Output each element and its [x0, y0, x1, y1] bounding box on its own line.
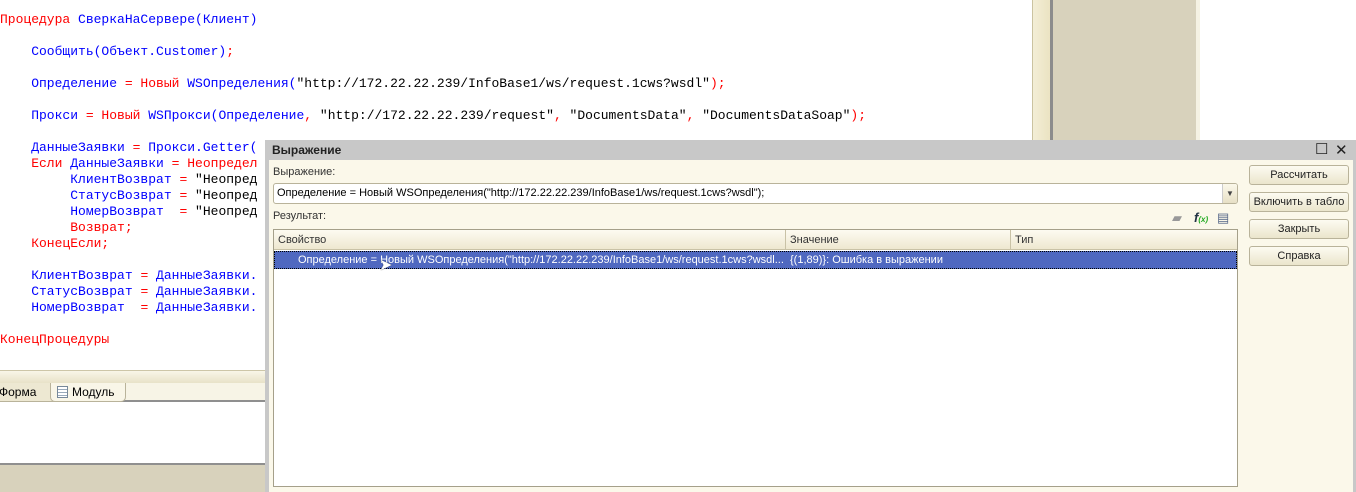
- code-line: Прокси = Новый WSПрокси(Определение, "ht…: [0, 108, 866, 124]
- table-row[interactable]: Определение = Новый WSОпределения("http:…: [274, 251, 1237, 274]
- add-to-board-button[interactable]: Включить в табло: [1249, 192, 1349, 212]
- expression-input[interactable]: Определение = Новый WSОпределения("http:…: [273, 183, 1238, 204]
- module-icon: [57, 386, 68, 398]
- code-token: Прокси: [0, 108, 86, 123]
- code-token: Определение: [0, 76, 125, 91]
- chevron-down-icon[interactable]: ▼: [1222, 184, 1237, 203]
- code-token: СверкаНаСервере(Клиент): [78, 12, 258, 27]
- code-token: =: [179, 172, 196, 187]
- code-line: КонецЕсли;: [0, 236, 109, 252]
- column-header-value[interactable]: Значение: [786, 230, 1011, 250]
- result-table: Свойство Значение Тип Определение = Новы…: [273, 229, 1238, 487]
- lower-pane: [0, 402, 265, 465]
- code-token: ,: [304, 108, 320, 123]
- code-token: Прокси.Getter(: [148, 140, 258, 155]
- code-token: =: [179, 188, 196, 203]
- code-token: НомерВозврат: [0, 204, 180, 219]
- code-token: ДанныеЗаявки.: [156, 284, 258, 299]
- tab-bar: Форма Модуль: [0, 383, 265, 402]
- tab-form-label: Форма: [0, 385, 37, 399]
- code-token: =: [140, 268, 157, 283]
- code-line: ДанныеЗаявки = Прокси.Getter(: [0, 140, 257, 156]
- code-token: ДанныеЗаявки: [0, 140, 133, 155]
- code-token: WSОпределения(: [187, 76, 297, 91]
- code-token: = Неопредел: [171, 156, 258, 171]
- code-line: Сообщить(Объект.Customer);: [0, 44, 234, 60]
- code-token: =: [140, 284, 157, 299]
- status-bar: [0, 465, 265, 492]
- code-token: ДанныеЗаявки.: [156, 300, 258, 315]
- code-line: Если ДанныеЗаявки = Неопредел: [0, 156, 257, 172]
- code-line: КлиентВозврат = "Неопред: [0, 172, 257, 188]
- code-token: "Неопред: [195, 172, 258, 187]
- code-token: "DocumentsData": [569, 108, 687, 123]
- code-token: КонецЕсли;: [0, 236, 110, 251]
- code-token: =: [140, 300, 157, 315]
- code-token: ,: [553, 108, 570, 123]
- print-icon[interactable]: ▤: [1217, 210, 1229, 226]
- code-token: "DocumentsDataSoap": [702, 108, 851, 123]
- code-token: ДанныеЗаявки: [70, 156, 172, 171]
- code-line: КлиентВозврат = ДанныеЗаявки.: [0, 268, 257, 284]
- code-token: ,: [686, 108, 703, 123]
- code-line: СтатусВозврат = ДанныеЗаявки.: [0, 284, 257, 300]
- code-line: НомерВозврат = ДанныеЗаявки.: [0, 300, 257, 316]
- code-token: Сообщить(Объект.Customer): [0, 44, 227, 59]
- calculate-button[interactable]: Рассчитать: [1249, 165, 1349, 185]
- code-token: =: [132, 140, 149, 155]
- cell-value: {(1,89)}: Ошибка в выражении: [790, 254, 943, 266]
- code-token: );: [850, 108, 867, 123]
- expression-value: Определение = Новый WSОпределения("http:…: [277, 187, 765, 199]
- code-line: Определение = Новый WSОпределения("http:…: [0, 76, 726, 92]
- dialog-title: Выражение: [272, 143, 342, 157]
- column-header-property[interactable]: Свойство: [274, 230, 786, 250]
- close-button[interactable]: Закрыть: [1249, 219, 1349, 239]
- expression-label: Выражение:: [273, 166, 336, 178]
- hand-icon[interactable]: ▰: [1172, 210, 1182, 226]
- code-token: "http://172.22.22.239/InfoBase1/ws/reque…: [296, 76, 710, 91]
- code-token: "http://172.22.22.239/request": [319, 108, 554, 123]
- code-token: "Неопред: [195, 204, 258, 219]
- close-icon[interactable]: ✕: [1335, 141, 1348, 159]
- code-line: СтатусВозврат = "Неопред: [0, 188, 257, 204]
- code-token: ДанныеЗаявки.: [156, 268, 258, 283]
- code-token: Возврат;: [0, 220, 133, 235]
- maximize-icon[interactable]: ☐: [1315, 140, 1328, 158]
- code-line: КонецПроцедуры: [0, 332, 109, 348]
- code-line: Процедура СверкаНаСервере(Клиент): [0, 12, 257, 28]
- pane-splitter[interactable]: [0, 370, 265, 383]
- code-token: Процедура: [0, 12, 79, 27]
- code-token: );: [709, 76, 726, 91]
- dialog-titlebar[interactable]: Выражение ☐ ✕: [269, 140, 1353, 160]
- code-token: КлиентВозврат: [0, 172, 180, 187]
- mouse-cursor-icon: ➤: [379, 257, 393, 274]
- code-token: ;: [226, 44, 235, 59]
- code-token: СтатусВозврат: [0, 188, 180, 203]
- code-token: КлиентВозврат: [0, 268, 141, 283]
- tab-module-label: Модуль: [72, 385, 115, 399]
- code-line: Возврат;: [0, 220, 133, 236]
- code-token: Если: [0, 156, 71, 171]
- column-header-type[interactable]: Тип: [1011, 230, 1237, 250]
- expression-dialog: Выражение ☐ ✕ Выражение: Определение = Н…: [265, 140, 1356, 492]
- code-token: = Новый: [124, 76, 188, 91]
- editor-scrollbar[interactable]: [1032, 0, 1050, 140]
- function-icon[interactable]: f(x): [1194, 210, 1208, 225]
- code-token: =: [179, 204, 196, 219]
- side-panel: [1050, 0, 1200, 140]
- cell-property: Определение = Новый WSОпределения("http:…: [298, 254, 784, 266]
- code-token: = Новый: [85, 108, 149, 123]
- code-token: НомерВозврат: [0, 300, 141, 315]
- code-token: WSПрокси(Определение: [148, 108, 305, 123]
- tab-module[interactable]: Модуль: [50, 383, 126, 402]
- code-line: НомерВозврат = "Неопред: [0, 204, 257, 220]
- result-label: Результат:: [273, 210, 327, 222]
- code-token: "Неопред: [195, 188, 258, 203]
- code-token: СтатусВозврат: [0, 284, 141, 299]
- help-button[interactable]: Справка: [1249, 246, 1349, 266]
- code-token: КонецПроцедуры: [0, 332, 110, 347]
